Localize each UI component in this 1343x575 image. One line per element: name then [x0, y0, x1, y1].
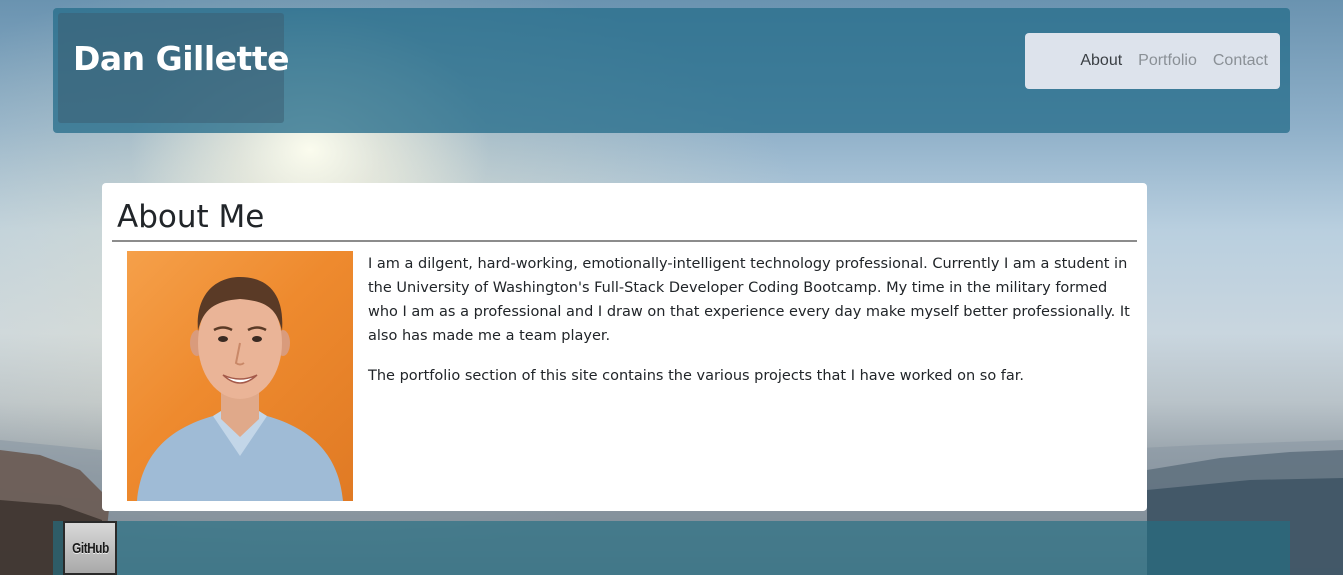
nav-link-about[interactable]: About [1080, 52, 1122, 70]
portrait-image [137, 277, 343, 501]
about-heading: About Me [117, 199, 265, 235]
site-header: Dan Gillette About Portfolio Contact [53, 8, 1290, 133]
profile-photo [127, 251, 353, 501]
about-paragraph-2: The portfolio section of this site conta… [368, 368, 1025, 384]
main-nav: About Portfolio Contact [1025, 33, 1280, 89]
site-footer: GitHub [53, 521, 1290, 575]
about-paragraph-1: I am a dilgent, hard-working, emotionall… [368, 256, 1130, 344]
site-title[interactable]: Dan Gillette [73, 39, 289, 78]
nav-link-portfolio[interactable]: Portfolio [1138, 52, 1197, 70]
github-link-icon[interactable]: GitHub [63, 521, 117, 575]
about-card: About Me I am a dilgent, hard-working, e… [102, 183, 1147, 511]
nav-link-contact[interactable]: Contact [1213, 52, 1268, 70]
heading-divider [112, 240, 1137, 242]
brand-box: Dan Gillette [58, 13, 289, 123]
github-label: GitHub [71, 539, 109, 557]
about-text: I am a dilgent, hard-working, emotionall… [368, 252, 1140, 404]
